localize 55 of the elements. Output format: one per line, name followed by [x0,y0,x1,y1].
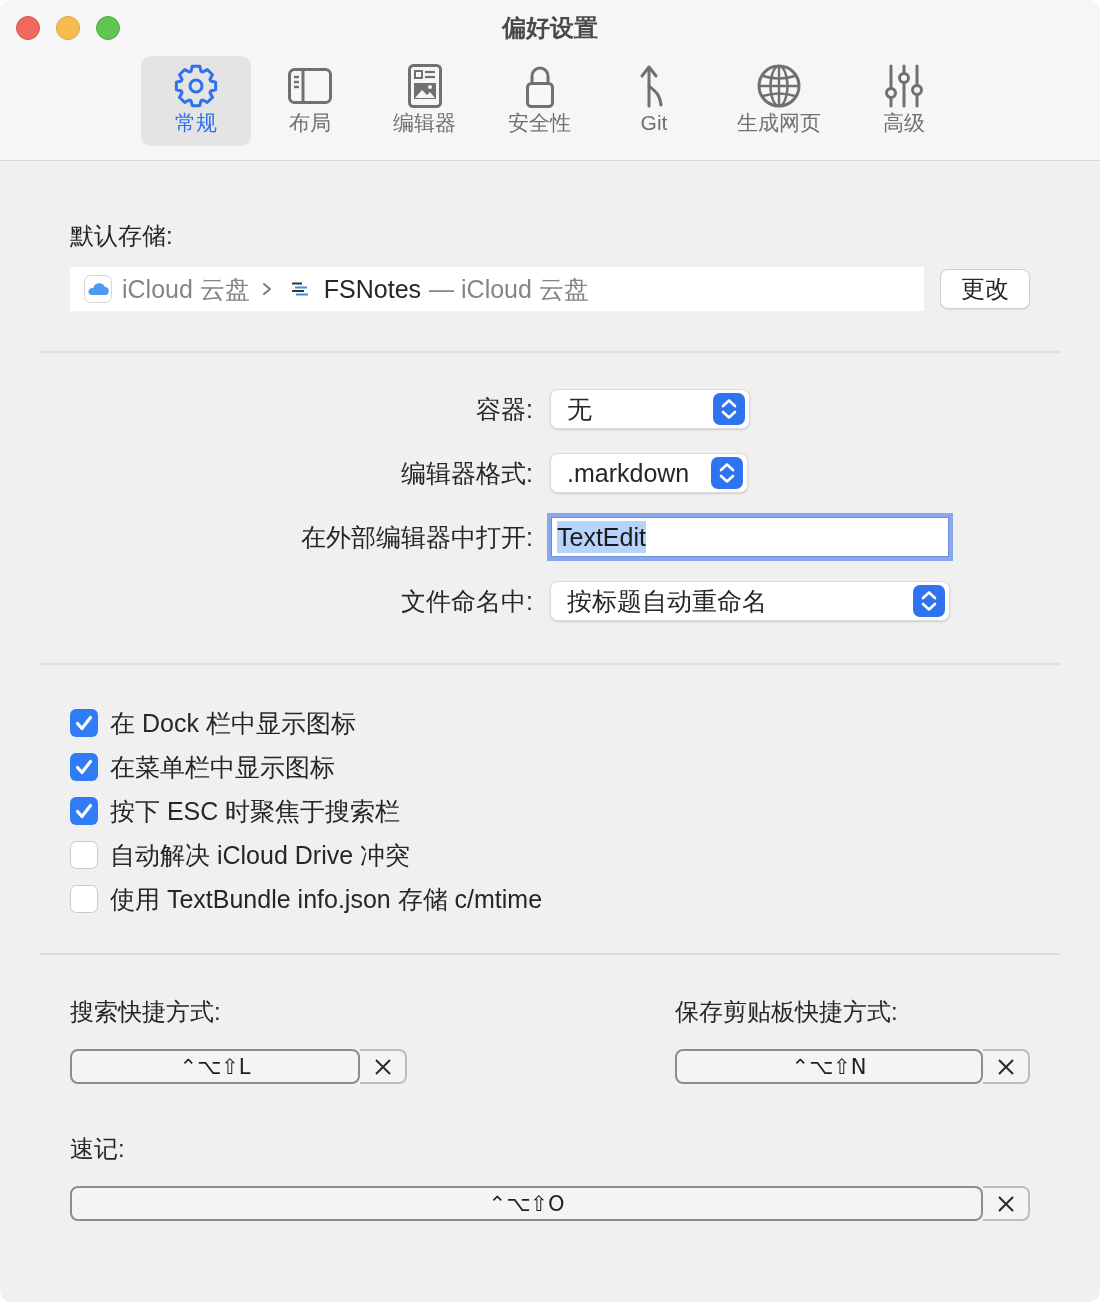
clear-button[interactable] [360,1049,407,1084]
field-label: 编辑器格式: [401,458,533,488]
zoom-button[interactable] [96,16,120,40]
checkbox[interactable] [70,797,98,825]
checkbox[interactable] [70,709,98,737]
stepper-icon [711,457,743,489]
close-button[interactable] [16,16,40,40]
cloud-icon [84,275,112,303]
toolbar-tab[interactable]: 常规 [141,56,251,146]
text-field[interactable]: TextEdit [547,513,953,561]
clear-button[interactable] [983,1186,1030,1221]
checkbox-label: 使用 TextBundle info.json 存储 c/mtime [110,884,543,914]
checkbox-label: 在 Dock 栏中显示图标 [110,708,356,738]
toolbar-tab[interactable]: 布局 [255,56,365,146]
stepper-icon [713,393,745,425]
toolbar-tab[interactable]: 编辑器 [369,56,480,146]
change-button[interactable]: 更改 [940,269,1030,309]
clear-button[interactable] [983,1049,1030,1084]
close-icon [997,1058,1014,1075]
toolbar-tab[interactable]: 安全性 [484,56,595,146]
checkbox[interactable] [70,753,98,781]
globe-icon [757,64,801,108]
window-title: 偏好设置 [502,13,598,43]
popup-button[interactable]: 无 [550,389,750,429]
stepper-icon [913,585,945,617]
toolbar-tab[interactable]: 生成网页 [713,56,845,146]
checkbox[interactable] [70,841,98,869]
toolbar-tab[interactable]: 高级 [849,56,959,146]
shortcut-field[interactable]: ⌃⌥⇧O [70,1186,983,1221]
shortcut-label: 保存剪贴板快捷方式: [675,997,898,1027]
close-icon [997,1195,1014,1212]
sliders-icon [882,64,926,108]
path-location: — iCloud 云盘 [429,274,589,304]
chevron-icon [261,282,272,296]
field-label: 容器: [476,394,533,424]
path-segment[interactable]: iCloud 云盘 [122,274,250,304]
popup-button[interactable]: .markdown [550,453,748,493]
popup-button[interactable]: 按标题自动重命名 [550,581,950,621]
field-label: 在外部编辑器中打开: [301,522,533,552]
path-control[interactable]: iCloud 云盘 FSNotes — iCloud 云盘 [70,267,924,311]
shortcut-field[interactable]: ⌃⌥⇧N [675,1049,983,1084]
close-icon [374,1058,391,1075]
lines-icon [291,282,308,296]
shortcut-label: 速记: [70,1134,125,1164]
checkbox[interactable] [70,885,98,913]
toolbar-tab[interactable]: Git [599,56,709,146]
checkbox-label: 在菜单栏中显示图标 [110,752,335,782]
path-segment[interactable]: FSNotes [323,274,422,304]
gear-icon [174,64,218,108]
checkbox-label: 自动解决 iCloud Drive 冲突 [110,840,411,870]
shortcut-field[interactable]: ⌃⌥⇧L [70,1049,360,1084]
checkbox-label: 按下 ESC 时聚焦于搜索栏 [110,796,401,826]
shortcut-label: 搜索快捷方式: [70,997,221,1027]
field-label: 文件命名中: [401,586,533,616]
storage-label: 默认存储: [70,221,173,251]
